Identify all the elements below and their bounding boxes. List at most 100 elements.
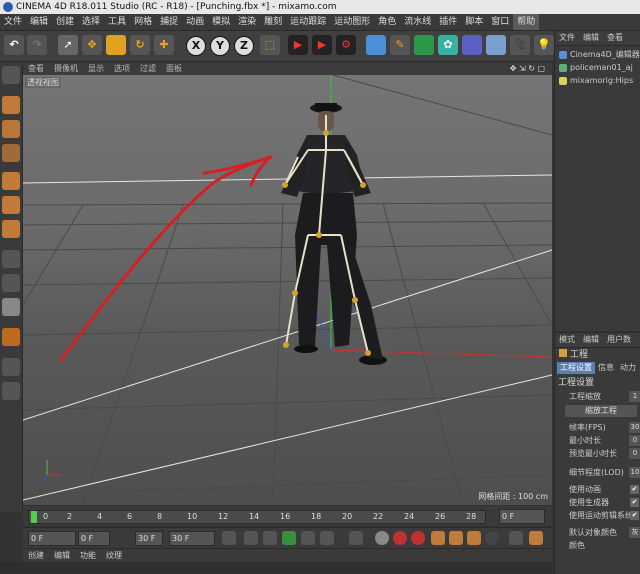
viewport-menu-view[interactable]: 查看 xyxy=(23,62,49,75)
default-color-select[interactable]: 灰 xyxy=(629,527,640,538)
floor-icon[interactable] xyxy=(486,35,506,55)
min-time-field[interactable]: 0 xyxy=(629,435,640,446)
planar-workplane-icon[interactable] xyxy=(2,382,20,400)
point-level-animation-icon[interactable] xyxy=(509,531,523,545)
axis-mode-icon[interactable] xyxy=(2,250,20,268)
y-axis-button[interactable]: Y xyxy=(210,36,230,56)
menu-character[interactable]: 角色 xyxy=(374,14,400,30)
previous-key-icon[interactable] xyxy=(244,531,258,545)
timeline-ruler[interactable]: 0 2 4 6 8 10 12 14 16 18 20 22 24 26 28 … xyxy=(23,506,552,526)
scale-project-button[interactable]: 缩放工程 xyxy=(565,405,637,417)
record-keys-icon[interactable] xyxy=(375,531,389,545)
viewport-navigation-icon[interactable]: ✥ ⇲ ↻ ▢ xyxy=(505,62,550,75)
use-animation-checkbox[interactable]: ✔ xyxy=(630,485,639,494)
menu-select[interactable]: 选择 xyxy=(78,14,104,30)
move-icon[interactable]: ✥ xyxy=(82,35,102,55)
record-rotation-icon[interactable] xyxy=(467,531,481,545)
lock-workplane-icon[interactable] xyxy=(2,358,20,376)
next-key-icon[interactable] xyxy=(320,531,334,545)
fps-field[interactable]: 30 xyxy=(629,422,640,433)
end-frame-field[interactable]: 30 F xyxy=(169,531,215,546)
menu-mesh[interactable]: 网格 xyxy=(130,14,156,30)
workplane-icon[interactable] xyxy=(2,144,20,162)
model-mode-icon[interactable] xyxy=(2,96,20,114)
keyframe-selection-icon[interactable] xyxy=(411,531,425,545)
auto-key-icon[interactable] xyxy=(393,531,407,545)
camera-icon[interactable]: 🎥 xyxy=(510,35,530,55)
menu-tools[interactable]: 工具 xyxy=(104,14,130,30)
menu-motion-tracking[interactable]: 运动跟踪 xyxy=(286,14,330,30)
rotate-icon[interactable]: ↻ xyxy=(130,35,150,55)
viewport-menu-camera[interactable]: 摄像机 xyxy=(49,62,83,75)
playhead[interactable] xyxy=(31,511,37,523)
go-to-end-icon[interactable] xyxy=(349,531,363,545)
menu-mograph[interactable]: 运动图形 xyxy=(330,14,374,30)
record-position-icon[interactable] xyxy=(431,531,445,545)
deformer-icon[interactable] xyxy=(462,35,482,55)
redo-icon[interactable]: ↷ xyxy=(27,35,47,55)
preview-min-time-field[interactable]: 0 xyxy=(629,448,640,459)
tab-info[interactable]: 信息 xyxy=(595,362,617,374)
x-axis-button[interactable]: X xyxy=(186,36,206,56)
z-axis-button[interactable]: Z xyxy=(234,36,254,56)
make-editable-icon[interactable] xyxy=(2,66,20,84)
viewport-menu-options[interactable]: 选项 xyxy=(109,62,135,75)
menu-simulate[interactable]: 模拟 xyxy=(208,14,234,30)
tree-item[interactable]: policeman01_aj xyxy=(555,61,640,74)
select-arrow-icon[interactable]: ➚ xyxy=(58,35,78,55)
tree-item[interactable]: Cinema4D_编辑器 xyxy=(555,48,640,61)
menu-window[interactable]: 窗口 xyxy=(487,14,513,30)
material-menu-edit[interactable]: 编辑 xyxy=(49,549,75,563)
tab-project-settings[interactable]: 工程设置 xyxy=(557,362,595,374)
next-frame-icon[interactable] xyxy=(301,531,315,545)
viewport-menu-display[interactable]: 显示 xyxy=(83,62,109,75)
am-menu-edit[interactable]: 编辑 xyxy=(579,333,603,347)
om-menu-file[interactable]: 文件 xyxy=(555,31,579,45)
material-menu-create[interactable]: 创建 xyxy=(23,549,49,563)
use-motion-system-checkbox[interactable]: ✔ xyxy=(630,511,639,520)
scale-icon[interactable] xyxy=(106,35,126,55)
edges-mode-icon[interactable] xyxy=(2,196,20,214)
menu-create[interactable]: 创建 xyxy=(52,14,78,30)
undo-icon[interactable]: ↶ xyxy=(4,35,24,55)
range-start-field[interactable]: 0 F xyxy=(78,531,110,546)
add-icon[interactable]: ✚ xyxy=(154,35,174,55)
perspective-viewport[interactable]: 透视视图 网格间距 : 100 cm xyxy=(23,75,552,505)
record-parameter-icon[interactable] xyxy=(485,531,499,545)
current-frame-field[interactable]: 0 F xyxy=(499,509,545,524)
am-menu-mode[interactable]: 模式 xyxy=(555,333,579,347)
menu-script[interactable]: 脚本 xyxy=(461,14,487,30)
use-generators-checkbox[interactable]: ✔ xyxy=(630,498,639,507)
am-menu-user-data[interactable]: 用户数 xyxy=(603,333,635,347)
render-settings-icon[interactable]: ⚙ xyxy=(336,35,356,55)
material-menu-texture[interactable]: 纹理 xyxy=(101,549,127,563)
texture-mode-icon[interactable] xyxy=(2,120,20,138)
menu-render[interactable]: 渲染 xyxy=(234,14,260,30)
menu-sculpt[interactable]: 雕刻 xyxy=(260,14,286,30)
polygons-mode-icon[interactable] xyxy=(2,220,20,238)
menu-help[interactable]: 帮助 xyxy=(513,14,540,30)
lod-field[interactable]: 10 xyxy=(629,467,640,478)
om-menu-edit[interactable]: 编辑 xyxy=(579,31,603,45)
range-end-field[interactable]: 30 F xyxy=(135,531,163,546)
viewport-menu-filter[interactable]: 过滤 xyxy=(135,62,161,75)
project-scale-field[interactable]: 1 xyxy=(629,391,640,402)
menu-edit[interactable]: 编辑 xyxy=(26,14,52,30)
tab-dynamics[interactable]: 动力 xyxy=(617,362,639,374)
subdivision-icon[interactable] xyxy=(414,35,434,55)
menu-snap[interactable]: 捕捉 xyxy=(156,14,182,30)
menu-pipeline[interactable]: 流水线 xyxy=(400,14,435,30)
record-scale-icon[interactable] xyxy=(449,531,463,545)
tweak-mode-icon[interactable] xyxy=(2,274,20,292)
previous-frame-icon[interactable] xyxy=(263,531,277,545)
tree-item[interactable]: mixamorig:Hips xyxy=(555,74,640,87)
light-icon[interactable]: 💡 xyxy=(534,35,554,55)
menu-plugins[interactable]: 插件 xyxy=(435,14,461,30)
pen-icon[interactable]: ✎ xyxy=(390,35,410,55)
timeline-window-icon[interactable] xyxy=(529,531,543,545)
snap-icon[interactable] xyxy=(2,298,20,316)
render-picture-viewer-icon[interactable]: ▶ xyxy=(312,35,332,55)
material-menu-function[interactable]: 功能 xyxy=(75,549,101,563)
cloner-icon[interactable]: ✿ xyxy=(438,35,458,55)
start-frame-field[interactable]: 0 F xyxy=(28,531,76,546)
